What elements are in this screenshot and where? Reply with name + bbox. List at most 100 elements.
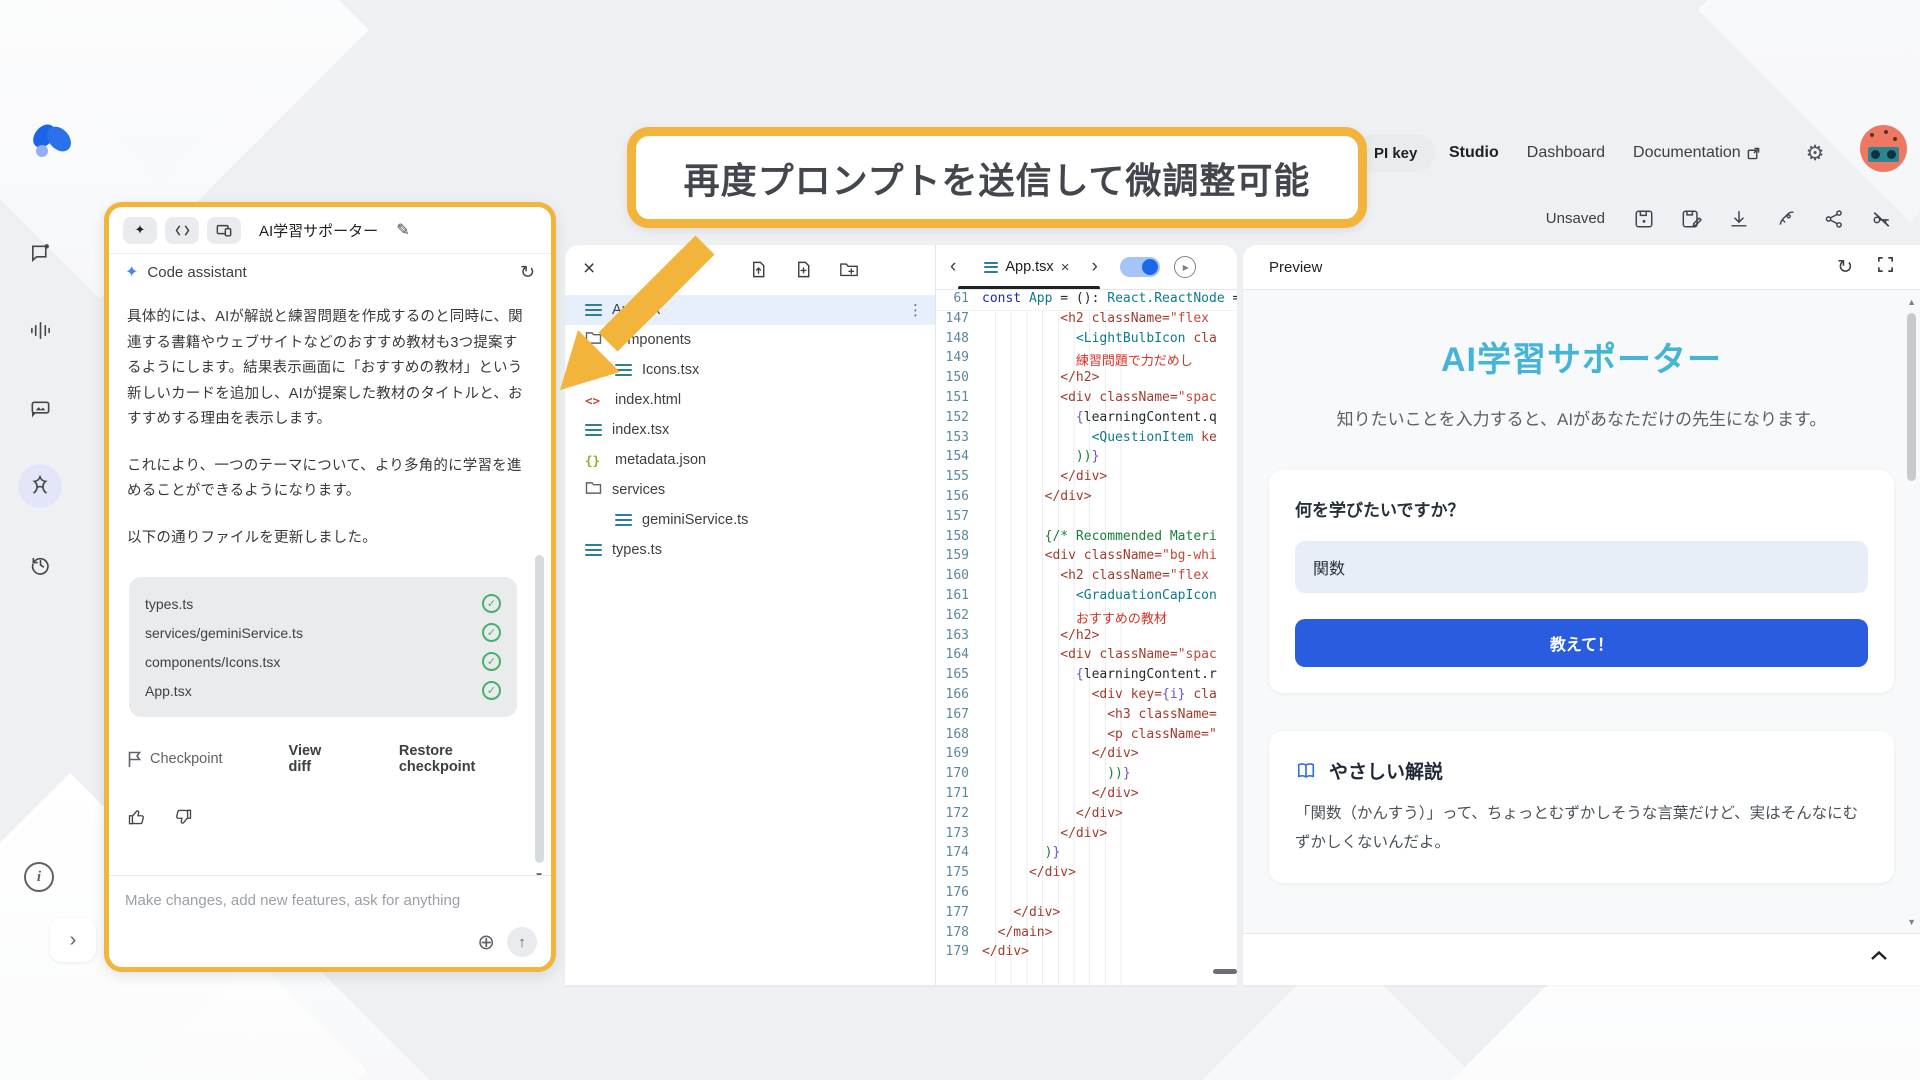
assistant-refresh-icon[interactable]: ↻ (520, 262, 535, 283)
file-kebab-icon[interactable]: ⋮ (908, 301, 923, 319)
check-circle-icon: ✓ (482, 623, 501, 642)
upload-file-icon[interactable] (749, 260, 768, 279)
file-metadata-json[interactable]: {}metadata.json (565, 445, 935, 475)
voice-waveform-icon[interactable] (18, 308, 62, 352)
code-line: 179</div> (936, 944, 1237, 964)
code-text: const App = (): React.ReactNode => { (982, 291, 1237, 310)
key-off-icon[interactable] (1871, 209, 1892, 229)
file-geminiservice-ts[interactable]: geminiService.ts (565, 505, 935, 535)
code-content[interactable]: 61const App = (): React.ReactNode => {14… (936, 291, 1237, 985)
file-index-html[interactable]: <>index.html (565, 385, 935, 415)
auto-run-toggle[interactable] (1120, 257, 1160, 277)
line-number: 149 (936, 350, 982, 370)
code-line: 175 </div> (936, 865, 1237, 885)
thumbs-up-icon[interactable] (127, 807, 147, 832)
code-line: 150 </h2> (936, 370, 1237, 390)
fullscreen-icon[interactable] (1877, 256, 1894, 278)
history-icon[interactable] (18, 542, 62, 586)
file-components[interactable]: components (565, 325, 935, 355)
line-number: 166 (936, 687, 982, 707)
file-types-ts[interactable]: types.ts (565, 535, 935, 565)
app-header-row: ✦ AI学習サポーター ✎ (109, 207, 551, 253)
file-explorer: × App.tsx⋮componentsIcons.tsx<>index.htm… (565, 245, 935, 985)
file-icons-tsx[interactable]: Icons.tsx (565, 355, 935, 385)
new-file-icon[interactable] (794, 260, 813, 279)
tab-scroll-right-icon[interactable]: › (1091, 256, 1097, 278)
preview-scroll-down-arrow[interactable]: ▼ (1907, 917, 1916, 927)
code-text: <GraduationCapIcon (982, 588, 1237, 608)
spark-mode-button[interactable]: ✦ (123, 217, 157, 244)
save-icon[interactable] (1634, 209, 1654, 229)
explanation-body: 「関数（かんすう）」って、ちょっとむずかしそうな言葉だけど、実はそんなにむずかし… (1295, 800, 1868, 857)
code-line: 167 <h3 className= (936, 707, 1237, 727)
thumbs-down-icon[interactable] (173, 807, 193, 832)
expand-panel-handle[interactable]: › (50, 918, 96, 962)
avatar-art (1868, 147, 1899, 162)
code-text: {/* Recommended Materi (982, 529, 1237, 549)
line-number: 164 (936, 647, 982, 667)
gemini-logo[interactable] (28, 120, 74, 166)
download-icon[interactable] (1729, 209, 1749, 229)
media-chat-icon[interactable] (18, 386, 62, 430)
line-number: 175 (936, 865, 982, 885)
code-line: 160 <h2 className="flex (936, 568, 1237, 588)
run-play-button[interactable]: ▶ (1174, 256, 1196, 278)
code-line: 149 練習問題で力だめし (936, 350, 1237, 370)
submit-button[interactable]: 教えて！ (1295, 619, 1868, 667)
nav-studio[interactable]: Studio (1449, 144, 1499, 162)
code-text: <div key={i} cla (982, 687, 1237, 707)
save-as-icon[interactable] (1681, 209, 1702, 229)
apps-build-icon[interactable] (18, 464, 62, 508)
preview-refresh-icon[interactable]: ↻ (1837, 256, 1853, 279)
code-text (982, 509, 1237, 529)
line-number: 176 (936, 885, 982, 905)
ts-file-icon (585, 424, 602, 437)
code-text: {learningContent.q (982, 410, 1237, 430)
assistant-message-body: 具体的には、AIが解説と練習問題を作成するのと同時に、関連する書籍やウェブサイト… (109, 291, 551, 875)
code-line: 147 <h2 className="flex (936, 311, 1237, 331)
line-number: 158 (936, 529, 982, 549)
settings-gear-icon[interactable]: ⚙ (1806, 141, 1825, 166)
topic-input[interactable]: 関数 (1295, 541, 1868, 593)
line-number: 178 (936, 925, 982, 945)
code-line: 155 </div> (936, 469, 1237, 489)
new-folder-icon[interactable] (839, 260, 859, 279)
deploy-rocket-icon[interactable] (1776, 208, 1797, 229)
chat-scrollbar[interactable] (535, 555, 544, 863)
file-app-tsx[interactable]: App.tsx⋮ (565, 295, 935, 325)
preview-panel: Preview ↻ AI学習サポーター 知りたいことを入力すると、AIがあなただ… (1243, 245, 1920, 985)
restore-checkpoint-button[interactable]: Restore checkpoint (399, 743, 531, 775)
file-name-label: metadata.json (615, 452, 706, 468)
code-line: 152 {learningContent.q (936, 410, 1237, 430)
line-number: 161 (936, 588, 982, 608)
view-diff-button[interactable]: View diff (289, 743, 347, 775)
code-text: <QuestionItem ke (982, 430, 1237, 450)
preview-scroll-up-arrow[interactable]: ▲ (1907, 297, 1916, 307)
new-chat-icon[interactable] (18, 230, 62, 274)
expand-console-icon[interactable] (1870, 948, 1888, 966)
nav-documentation[interactable]: Documentation (1633, 144, 1760, 162)
editor-hscrollbar[interactable] (1213, 969, 1237, 974)
check-circle-icon: ✓ (482, 594, 501, 613)
left-rail (0, 230, 80, 586)
rename-pencil-icon[interactable]: ✎ (396, 220, 409, 240)
file-index-tsx[interactable]: index.tsx (565, 415, 935, 445)
api-key-button[interactable]: PI key (1356, 134, 1435, 172)
attach-plus-icon[interactable]: ⊕ (477, 930, 495, 955)
info-icon[interactable]: i (24, 862, 54, 892)
preview-mode-button[interactable] (207, 217, 241, 244)
nav-dashboard[interactable]: Dashboard (1527, 144, 1605, 162)
preview-label: Preview (1269, 259, 1322, 276)
share-icon[interactable] (1824, 209, 1844, 229)
preview-scrollbar[interactable] (1907, 313, 1916, 481)
check-circle-icon: ✓ (482, 652, 501, 671)
tab-app-tsx[interactable]: App.tsx × (984, 259, 1069, 276)
tab-scroll-left-icon[interactable]: ‹ (950, 256, 956, 278)
code-mode-button[interactable] (165, 217, 199, 244)
close-explorer-icon[interactable]: × (583, 257, 595, 281)
prompt-input[interactable]: Make changes, add new features, ask for … (125, 892, 460, 909)
tab-close-icon[interactable]: × (1061, 259, 1070, 276)
file-services[interactable]: services (565, 475, 935, 505)
send-button[interactable]: ↑ (507, 927, 537, 957)
user-avatar[interactable] (1860, 125, 1907, 172)
